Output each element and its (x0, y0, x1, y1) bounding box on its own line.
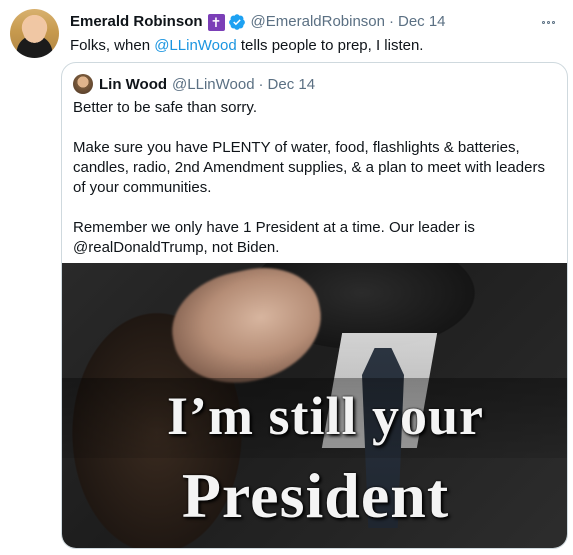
tweet-text: Folks, when @LLinWood tells people to pr… (70, 36, 423, 56)
author-avatar[interactable] (10, 9, 59, 58)
tweet-text-after: tells people to prep, I listen. (236, 37, 424, 54)
quoted-paragraph: Make sure you have PLENTY of water, food… (73, 139, 545, 196)
more-dot (551, 20, 555, 24)
quoted-tweet-header: Lin Wood @LLinWood · Dec 14 (73, 73, 315, 95)
quoted-author-handle: @LLinWood (172, 75, 255, 93)
separator-dot: · (258, 75, 264, 93)
separator-dot: · (389, 13, 394, 30)
quoted-author-name: Lin Wood (99, 75, 168, 93)
mention-link[interactable]: @LLinWood (154, 37, 237, 54)
verified-badge-icon (228, 13, 246, 31)
author-name[interactable]: Emerald Robinson (70, 12, 203, 32)
more-icon[interactable] (537, 14, 559, 30)
quoted-author-avatar (73, 74, 93, 94)
image-caption-line1: I’m still your (167, 386, 484, 446)
quoted-paragraph: Remember we only have 1 President at a t… (73, 219, 475, 256)
quoted-tweet-image[interactable]: I’m still your President (62, 263, 567, 548)
tweet-text-before: Folks, when (70, 37, 155, 54)
quoted-tweet-body: Better to be safe than sorry. Make sure … (73, 98, 553, 278)
tweet-date[interactable]: Dec 14 (398, 12, 446, 32)
quoted-paragraph: Better to be safe than sorry. (73, 99, 257, 116)
image-caption-line2: President (181, 460, 450, 531)
quoted-tweet[interactable]: Lin Wood @LLinWood · Dec 14 Better to be… (61, 62, 568, 549)
quoted-tweet-date: Dec 14 (267, 75, 316, 93)
author-handle[interactable]: @EmeraldRobinson (251, 12, 385, 32)
pointing-hand (162, 263, 332, 396)
more-dot (546, 20, 550, 24)
cross-badge-icon: ✝ (207, 13, 225, 31)
tweet-header: Emerald Robinson ✝ @EmeraldRobinson · De… (70, 12, 559, 32)
more-dot (541, 20, 545, 24)
